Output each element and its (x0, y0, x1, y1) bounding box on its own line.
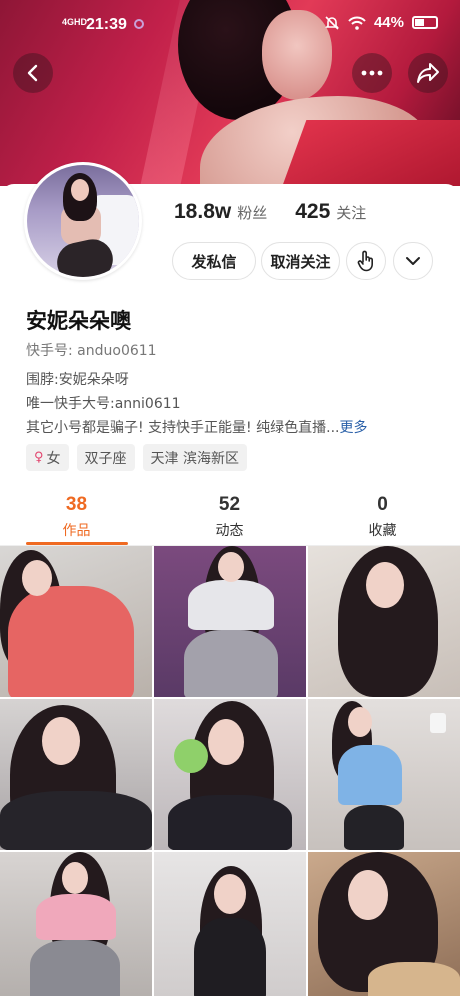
profile-stats: 18.8w 粉丝 425 关注 (174, 200, 388, 224)
tab-works[interactable]: 38 作品 (0, 492, 153, 544)
following-label[interactable]: 关注 (336, 202, 366, 223)
tab-moments-label: 动态 (215, 523, 244, 539)
profile-tags: ♀ 女 双子座 天津 滨海新区 (26, 444, 247, 471)
chevron-down-icon (406, 257, 420, 265)
followers-label[interactable]: 粉丝 (237, 202, 267, 223)
female-icon: ♀ (34, 450, 44, 465)
bio-line-2: 唯一快手大号:anni0611 (26, 396, 181, 412)
zodiac-tag: 双子座 (76, 444, 135, 471)
tab-moments-count: 52 (218, 494, 241, 515)
video-thumbnail[interactable] (0, 852, 152, 996)
bio-line-3: 其它小号都是骗子! 支持快手正能量! 纯绿色直播...更多 (26, 417, 436, 437)
network-indicator: 4GHD (62, 17, 88, 27)
video-thumbnail[interactable] (154, 852, 306, 996)
bio-more-link[interactable]: 更多 (339, 420, 367, 436)
bio-line-1: 围脖:安妮朵朵呀 (26, 372, 129, 388)
content-tabs: 38 作品 52 动态 0 收藏 (0, 492, 460, 544)
gender-tag: ♀ 女 (26, 444, 69, 471)
video-grid (0, 546, 460, 996)
tab-favorites-label: 收藏 (368, 523, 397, 539)
kuaishou-id[interactable]: 快手号: anduo0611 (26, 340, 157, 360)
ellipsis-icon (361, 70, 383, 76)
video-thumbnail[interactable] (308, 546, 460, 697)
send-message-button[interactable]: 发私信 (172, 242, 256, 280)
battery-percent: 44% (373, 14, 404, 31)
back-button[interactable] (13, 53, 53, 93)
bio-line-3-text: 其它小号都是骗子! 支持快手正能量! 纯绿色直播... (26, 420, 340, 436)
share-arrow-icon (417, 63, 439, 83)
notification-dot-icon (134, 19, 144, 29)
profile-name: 安妮朵朵噢 (26, 309, 131, 333)
tab-moments[interactable]: 52 动态 (153, 492, 306, 544)
hand-pointer-icon (357, 250, 373, 272)
tab-works-label: 作品 (62, 523, 91, 539)
battery-icon (412, 16, 438, 29)
unfollow-button[interactable]: 取消关注 (261, 242, 340, 280)
share-button[interactable] (408, 53, 448, 93)
video-thumbnail[interactable] (0, 546, 152, 697)
chevron-left-icon (27, 64, 38, 82)
wifi-icon (348, 16, 366, 30)
status-time: 21:39 (86, 16, 127, 33)
mute-icon (325, 15, 339, 30)
avatar[interactable] (24, 162, 142, 280)
expand-button[interactable] (393, 242, 433, 280)
video-thumbnail[interactable] (0, 699, 152, 850)
following-count[interactable]: 425 (295, 200, 330, 224)
video-thumbnail[interactable] (308, 852, 460, 996)
location-label: 天津 滨海新区 (150, 450, 239, 467)
gesture-button[interactable] (346, 242, 386, 280)
followers-count[interactable]: 18.8w (174, 200, 231, 224)
tab-favorites-count: 0 (377, 494, 388, 515)
zodiac-label: 双子座 (84, 450, 127, 467)
tab-works-count: 38 (65, 494, 88, 515)
video-thumbnail[interactable] (308, 699, 460, 850)
status-bar: 4GHD 21:39 44% (0, 0, 460, 50)
location-tag: 天津 滨海新区 (142, 444, 247, 471)
more-options-button[interactable] (352, 53, 392, 93)
tab-favorites[interactable]: 0 收藏 (306, 492, 459, 544)
video-thumbnail[interactable] (154, 546, 306, 697)
gender-label: 女 (46, 450, 61, 467)
video-thumbnail[interactable] (154, 699, 306, 850)
